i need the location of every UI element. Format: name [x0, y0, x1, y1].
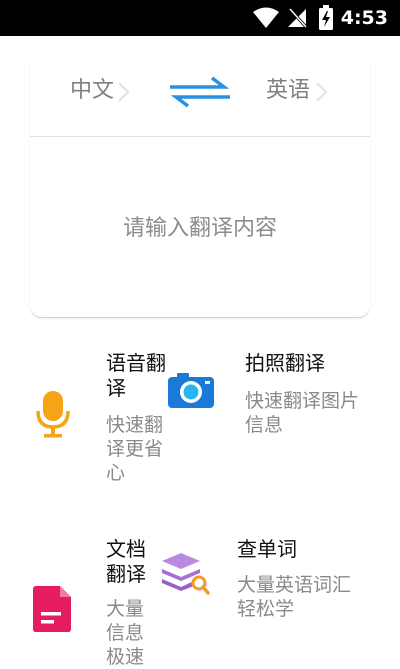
signal-off-icon [288, 8, 308, 28]
chevron-right-icon [316, 82, 328, 102]
source-language-label: 中文 [70, 78, 115, 103]
word-lookup-description: 大量英语词汇轻松学 [237, 574, 352, 620]
photo-translate-title: 拍照翻译 [245, 351, 325, 375]
camera-icon [168, 373, 214, 408]
status-time: 4:53 [340, 7, 388, 29]
wifi-icon [253, 7, 279, 28]
voice-translate-description: 快速翻译更省心 [106, 414, 164, 484]
stacked-books-search-icon [162, 553, 210, 595]
document-translate-description: 大量信息极速 [106, 598, 145, 668]
battery-icon [319, 5, 333, 30]
swap-arrows-icon[interactable] [168, 76, 232, 108]
card-divider [30, 136, 370, 137]
microphone-icon [36, 391, 70, 438]
target-language-label: 英语 [266, 78, 311, 103]
document-icon [33, 586, 71, 632]
voice-translate-title: 语音翻译 [106, 351, 166, 400]
photo-translate-button[interactable]: 拍照翻译 快速翻译图片信息 [165, 345, 375, 495]
input-placeholder: 请输入翻译内容 [122, 216, 277, 241]
source-language-selector[interactable]: 中文 [70, 74, 130, 108]
document-translate-button[interactable]: 文档翻译 大量信息极速 [30, 535, 170, 668]
status-bar: 4:53 [0, 0, 400, 36]
target-language-selector[interactable]: 英语 [266, 74, 328, 108]
photo-translate-description: 快速翻译图片信息 [245, 390, 360, 436]
word-lookup-button[interactable]: 查单词 大量英语词汇轻松学 [160, 535, 375, 660]
document-translate-title: 文档翻译 [106, 537, 146, 586]
word-lookup-title: 查单词 [237, 537, 297, 561]
chevron-right-icon [118, 82, 130, 102]
translation-input[interactable]: 请输入翻译内容 [30, 180, 370, 280]
voice-translate-button[interactable]: 语音翻译 快速翻译更省心 [30, 345, 170, 495]
